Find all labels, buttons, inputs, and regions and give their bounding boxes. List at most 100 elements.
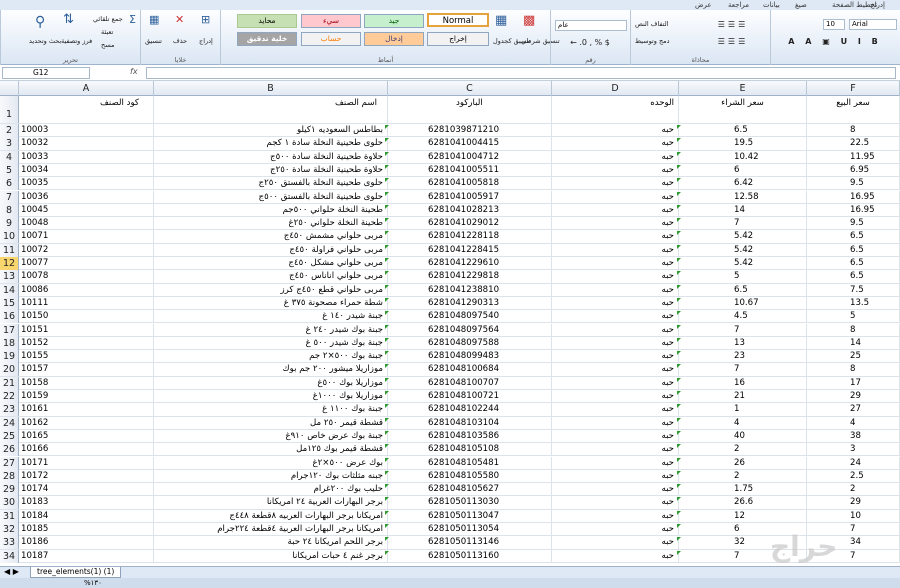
cell-item-name[interactable]: بطاطس السعوديه ١كيلو: [154, 124, 388, 137]
cell-unit[interactable]: حبه: [552, 336, 679, 350]
cell-item-code[interactable]: 10174: [19, 483, 154, 497]
cell-barcode[interactable]: 6281048105627: [388, 483, 552, 497]
cell-barcode[interactable]: 6281041228118: [388, 230, 552, 244]
find-select-button[interactable]: بحث وتحديد: [29, 37, 61, 45]
cell-item-name[interactable]: امريكانا برجر البهارات العربيه ٨قطعة ٤٤٨…: [154, 509, 388, 523]
cell-barcode[interactable]: 6281041029012: [388, 217, 552, 231]
cell-sale-price[interactable]: 27: [807, 403, 900, 417]
cell-item-name[interactable]: مربى حلواني مشمش ٤٥٠ج: [154, 230, 388, 244]
column-header-f[interactable]: F: [807, 81, 900, 96]
font-style-buttons[interactable]: A A ▣ U I B: [775, 36, 895, 47]
row-number[interactable]: 29: [0, 483, 19, 497]
sheet-nav-arrows[interactable]: ◀ ▶: [4, 567, 19, 576]
column-header-a[interactable]: A: [19, 81, 154, 96]
cell-unit[interactable]: حبه: [552, 163, 679, 177]
row-number[interactable]: 16: [0, 310, 19, 324]
cell-unit[interactable]: حبه: [552, 124, 679, 137]
cell-sale-price[interactable]: 14: [807, 336, 900, 350]
cell-barcode[interactable]: 6281041290313: [388, 296, 552, 310]
cell-item-name[interactable]: موزاريلا بوك ١٠٠٠غ: [154, 390, 388, 403]
wrap-text-button[interactable]: التفاف النص: [635, 20, 669, 28]
cell-sale-price[interactable]: 9.5: [807, 177, 900, 191]
row-number[interactable]: 30: [0, 496, 19, 510]
tab-data[interactable]: بيانات: [763, 0, 780, 10]
cell-item-name[interactable]: جبنة بوك شيدر ٢٤٠ غ: [154, 323, 388, 337]
row-number[interactable]: 26: [0, 443, 19, 457]
cell-unit[interactable]: حبه: [552, 403, 679, 417]
cell-barcode[interactable]: 6281050113054: [388, 523, 552, 536]
row-number[interactable]: 21: [0, 376, 19, 390]
cell-sale-price[interactable]: 38: [807, 429, 900, 443]
style-check-cell[interactable]: خلية تدقيق: [237, 32, 297, 46]
row-number[interactable]: 3: [0, 137, 19, 151]
cell-item-name[interactable]: برجر اللحم امريكانا ٢٤ حبة: [154, 536, 388, 550]
cell-sale-price[interactable]: 10: [807, 509, 900, 523]
cell-item-code[interactable]: 10072: [19, 243, 154, 257]
cell-barcode[interactable]: 6281048097540: [388, 310, 552, 324]
cell-unit[interactable]: حبه: [552, 230, 679, 244]
cell-item-code[interactable]: 10045: [19, 203, 154, 217]
cell-item-code[interactable]: 10036: [19, 190, 154, 204]
cell-sale-price[interactable]: 6.5: [807, 230, 900, 244]
cell-barcode[interactable]: 6281041005511: [388, 163, 552, 177]
cell-item-code[interactable]: 10185: [19, 523, 154, 536]
cell-sale-price[interactable]: 13.5: [807, 296, 900, 310]
cell-unit[interactable]: حبه: [552, 190, 679, 204]
horizontal-align-buttons[interactable]: ☰☰☰: [701, 36, 765, 47]
autosum-button[interactable]: جمع تلقائي: [93, 15, 123, 23]
cell-purchase-price[interactable]: 4: [679, 416, 807, 430]
cell-unit[interactable]: حبه: [552, 456, 679, 470]
clear-button[interactable]: مسح: [101, 41, 114, 49]
cell-purchase-price[interactable]: 7: [679, 323, 807, 337]
cell-item-name[interactable]: قشطة قيمر بوك ١٢٥مل: [154, 443, 388, 457]
cell-sale-price[interactable]: 16.95: [807, 190, 900, 204]
cell-barcode[interactable]: 6281048100721: [388, 390, 552, 403]
sort-filter-button[interactable]: فرز وتصفية: [61, 37, 92, 45]
cell-sale-price[interactable]: 8: [807, 124, 900, 137]
row-number[interactable]: 33: [0, 536, 19, 550]
cell-item-code[interactable]: 10086: [19, 283, 154, 297]
cell-unit[interactable]: حبه: [552, 257, 679, 270]
cell-purchase-price[interactable]: 23: [679, 350, 807, 364]
font-name-select[interactable]: Arial: [849, 19, 897, 30]
fx-icon[interactable]: fx: [130, 67, 138, 76]
cell-unit[interactable]: حبه: [552, 416, 679, 430]
style-normal[interactable]: Normal: [427, 13, 489, 27]
cell-purchase-price[interactable]: 40: [679, 429, 807, 443]
cell-item-code[interactable]: 10034: [19, 163, 154, 177]
row-number[interactable]: 25: [0, 429, 19, 443]
cell-barcode[interactable]: 6281048097564: [388, 323, 552, 337]
cell-item-name[interactable]: برجر غنم ٤ حبات امريكانا: [154, 549, 388, 563]
cell-item-name[interactable]: موزاريلا بوك ٥٠٠غ: [154, 376, 388, 390]
cell-purchase-price[interactable]: 1.75: [679, 483, 807, 497]
row-number[interactable]: 11: [0, 243, 19, 257]
cell-purchase-price[interactable]: 19.5: [679, 137, 807, 151]
cell-item-code[interactable]: 10159: [19, 390, 154, 403]
row-number[interactable]: 5: [0, 163, 19, 177]
delete-button[interactable]: حذف: [173, 37, 187, 45]
cell-unit[interactable]: حبه: [552, 390, 679, 403]
formula-input[interactable]: [146, 67, 896, 79]
cell-sale-price[interactable]: 7.5: [807, 283, 900, 297]
cell-purchase-price[interactable]: 21: [679, 390, 807, 403]
cell-item-code[interactable]: 10187: [19, 549, 154, 563]
header-item-code[interactable]: كود الصنف: [19, 96, 154, 123]
cell-item-name[interactable]: جبنة شيدر ١٤٠ غ: [154, 310, 388, 324]
cell-sale-price[interactable]: 8: [807, 363, 900, 377]
cell-item-name[interactable]: جبنة بوك ٥٠٠×٢ جم: [154, 350, 388, 364]
cell-barcode[interactable]: 6281048102244: [388, 403, 552, 417]
row-number[interactable]: 32: [0, 523, 19, 536]
cell-item-code[interactable]: 10048: [19, 217, 154, 231]
cell-barcode[interactable]: 6281050113047: [388, 509, 552, 523]
cell-item-code[interactable]: 10162: [19, 416, 154, 430]
sheet-tab[interactable]: tree_elements(1) (1): [30, 567, 122, 578]
cell-item-code[interactable]: 10166: [19, 443, 154, 457]
tab-formulas[interactable]: صيغ: [795, 0, 807, 10]
cell-item-name[interactable]: امريكانا برجر البهارات العربية ٤قطعة ٢٢٤…: [154, 523, 388, 536]
cell-unit[interactable]: حبه: [552, 310, 679, 324]
cell-unit[interactable]: حبه: [552, 323, 679, 337]
header-purchase-price[interactable]: سعر الشراء: [679, 96, 807, 123]
cell-item-code[interactable]: 10158: [19, 376, 154, 390]
row-number[interactable]: 31: [0, 509, 19, 523]
cell-barcode[interactable]: 6281048105580: [388, 469, 552, 483]
